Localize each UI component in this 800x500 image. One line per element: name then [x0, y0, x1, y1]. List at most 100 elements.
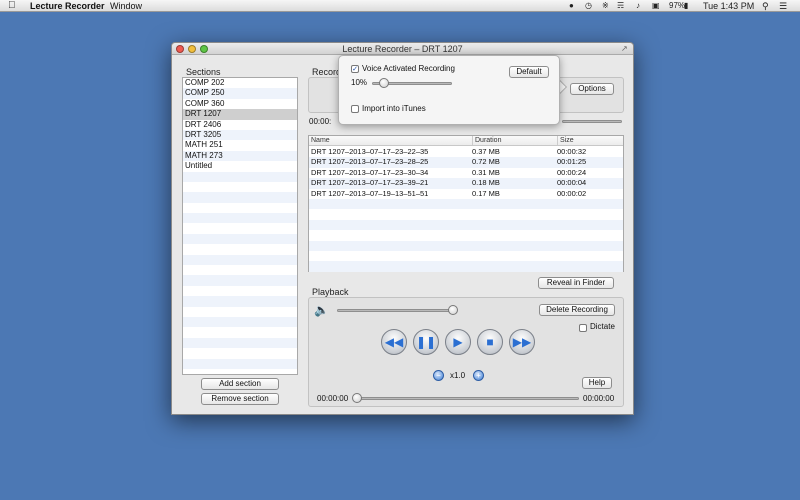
- cell-name: DRT 1207–2013–07–17–23–22–35: [311, 147, 429, 156]
- minimize-button[interactable]: [188, 45, 196, 53]
- cell-size: 00:01:25: [557, 157, 587, 167]
- pause-icon[interactable]: ❚❚: [413, 329, 439, 355]
- dictate-label: Dictate: [590, 322, 615, 331]
- section-empty-row: [183, 307, 297, 317]
- options-button[interactable]: Options: [570, 83, 614, 95]
- speed-up-icon[interactable]: +: [473, 370, 484, 381]
- table-row[interactable]: DRT 1207–2013–07–17–23–22–35 0.37 MB 00:00…: [309, 147, 623, 157]
- time-elapsed: 00:00:00: [317, 394, 349, 403]
- import-itunes-checkbox[interactable]: [351, 105, 359, 113]
- notification-center-icon[interactable]: ☰: [779, 0, 787, 12]
- table-row[interactable]: DRT 1207–2013–07–17–23–30–34 0.31 MB 00:00…: [309, 168, 623, 178]
- section-item[interactable]: MATH 273: [183, 150, 297, 162]
- menu-window[interactable]: Window: [110, 0, 142, 12]
- sections-list[interactable]: COMP 202 COMP 250 COMP 360 DRT 1207 DRT 2406…: [182, 77, 298, 375]
- table-row[interactable]: DRT 1207–2013–07–17–23–28–25 0.72 MB 00:01…: [309, 157, 623, 168]
- volume-icon[interactable]: ♪: [636, 0, 640, 12]
- cell-size: 00:00:32: [557, 147, 587, 156]
- delete-recording-button[interactable]: Delete Recording: [539, 304, 615, 316]
- table-empty-row: [309, 209, 623, 219]
- import-itunes-label: Import into iTunes: [362, 104, 426, 113]
- section-item[interactable]: DRT 3205: [183, 129, 297, 141]
- section-empty-row: [183, 296, 297, 307]
- record-level-meter: [562, 120, 622, 123]
- help-button[interactable]: Help: [582, 377, 612, 389]
- record-time: 00:00:: [309, 117, 332, 126]
- section-empty-row: [183, 254, 297, 266]
- cell-name: DRT 1207–2013–07–17–23–39–21: [311, 178, 429, 188]
- cell-duration: 0.18 MB: [472, 178, 500, 188]
- section-item[interactable]: MATH 251: [183, 140, 297, 150]
- section-empty-row: [183, 244, 297, 254]
- table-empty-row: [309, 219, 623, 231]
- table-empty-row: [309, 230, 623, 240]
- time-machine-icon[interactable]: ◷: [585, 0, 592, 12]
- section-empty-row: [183, 316, 297, 328]
- spotlight-icon[interactable]: ⚲: [762, 0, 769, 12]
- cell-duration: 0.37 MB: [472, 147, 500, 156]
- volume-slider-track[interactable]: [337, 309, 453, 312]
- time-total: 00:00:00: [583, 394, 615, 403]
- cell-name: DRT 1207–2013–07–19–13–51–51: [311, 188, 429, 198]
- play-icon[interactable]: ▶: [445, 329, 471, 355]
- dictate-checkbox[interactable]: [579, 324, 587, 332]
- column-duration[interactable]: Duration: [472, 136, 501, 145]
- column-name[interactable]: Name: [311, 136, 330, 145]
- position-slider-track[interactable]: [357, 397, 579, 400]
- section-item[interactable]: DRT 1207: [183, 109, 297, 120]
- section-item[interactable]: COMP 360: [183, 99, 297, 109]
- position-slider-knob[interactable]: [352, 393, 362, 403]
- section-empty-row: [183, 182, 297, 192]
- threshold-value: 10%: [351, 78, 368, 87]
- table-empty-row: [309, 198, 623, 210]
- clock[interactable]: Tue 1:43 PM: [703, 0, 754, 12]
- section-empty-row: [183, 213, 297, 224]
- table-row[interactable]: DRT 1207–2013–07–19–13–51–51 0.17 MB 00:00…: [309, 189, 623, 199]
- battery-percent[interactable]: 97%: [669, 0, 685, 12]
- input-menu-icon[interactable]: ▣: [652, 0, 660, 12]
- fullscreen-icon[interactable]: ↗: [621, 44, 628, 53]
- bluetooth-icon[interactable]: ※: [602, 0, 609, 12]
- threshold-slider-knob[interactable]: [379, 78, 389, 88]
- apple-icon[interactable]: : [8, 0, 16, 12]
- title-bar[interactable]: Lecture Recorder – DRT 1207 ↗: [172, 43, 633, 55]
- zoom-button[interactable]: [200, 45, 208, 53]
- default-button[interactable]: Default: [509, 66, 549, 78]
- section-empty-row: [183, 265, 297, 275]
- section-item[interactable]: Untitled: [183, 161, 297, 171]
- cell-name: DRT 1207–2013–07–17–23–30–34: [311, 167, 429, 177]
- add-section-button[interactable]: Add section: [201, 378, 279, 390]
- remove-section-button[interactable]: Remove section: [201, 393, 279, 405]
- section-empty-row: [183, 286, 297, 296]
- voice-activated-checkbox[interactable]: ✓: [351, 65, 359, 73]
- menu-bar:  Lecture Recorder Window ● ◷ ※ ☴ ♪ ▣ 97…: [0, 0, 800, 12]
- skype-icon[interactable]: ●: [569, 0, 574, 12]
- close-button[interactable]: [176, 45, 184, 53]
- section-item[interactable]: COMP 250: [183, 88, 297, 99]
- section-empty-row: [183, 327, 297, 337]
- record-header: Record: [312, 67, 342, 77]
- cell-duration: 0.72 MB: [472, 157, 500, 167]
- table-empty-row: [309, 240, 623, 251]
- recordings-table[interactable]: Name Duration Size DRT 1207–2013–07–17–2…: [308, 135, 624, 272]
- options-popover: ✓ Voice Activated Recording 10% Import i…: [338, 55, 560, 125]
- rewind-icon[interactable]: ◀◀: [381, 329, 407, 355]
- volume-slider-knob[interactable]: [448, 305, 458, 315]
- speaker-icon: 🔈: [314, 303, 329, 317]
- wifi-icon[interactable]: ☴: [617, 0, 624, 12]
- section-item[interactable]: COMP 202: [183, 78, 297, 88]
- menu-app-name[interactable]: Lecture Recorder: [30, 0, 105, 12]
- column-size[interactable]: Size: [557, 136, 574, 145]
- battery-icon[interactable]: ▮: [684, 0, 688, 12]
- stop-icon[interactable]: ■: [477, 329, 503, 355]
- sections-header: Sections: [186, 67, 221, 77]
- cell-duration: 0.31 MB: [472, 167, 500, 177]
- fast-forward-icon[interactable]: ▶▶: [509, 329, 535, 355]
- table-row[interactable]: DRT 1207–2013–07–17–23–39–21 0.18 MB 00:00…: [309, 178, 623, 189]
- speed-down-icon[interactable]: −: [433, 370, 444, 381]
- reveal-in-finder-button[interactable]: Reveal in Finder: [538, 277, 614, 289]
- cell-name: DRT 1207–2013–07–17–23–28–25: [311, 157, 429, 167]
- section-item[interactable]: DRT 2406: [183, 120, 297, 130]
- window-title: Lecture Recorder – DRT 1207: [342, 44, 463, 54]
- playback-box: 🔈 Delete Recording Dictate ◀◀ ❚❚ ▶ ■ ▶▶ …: [308, 297, 624, 407]
